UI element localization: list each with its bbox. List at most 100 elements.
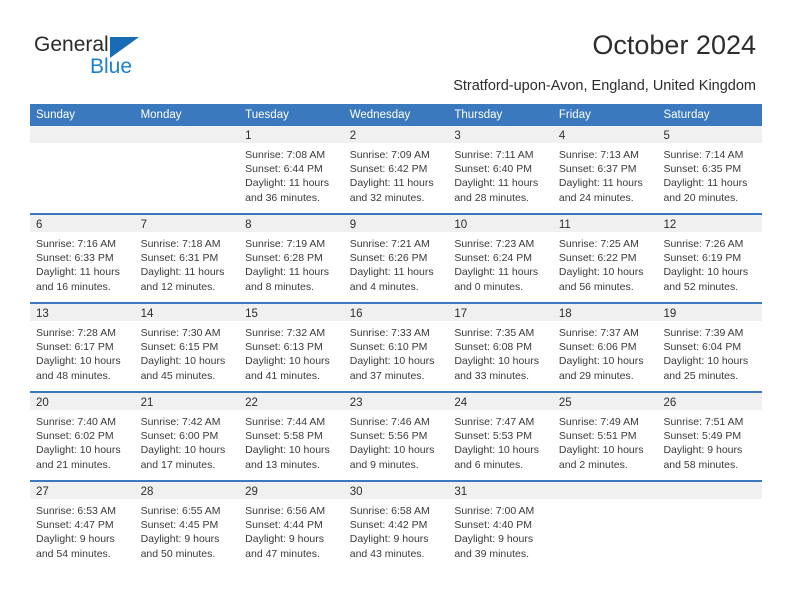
sunset-text: Sunset: 6:42 PM [349, 163, 428, 176]
day-cell[interactable]: 9 Sunrise: 7:21 AM Sunset: 6:26 PM Daylight… [343, 215, 449, 302]
sunrise-text: Sunrise: 7:46 AM [349, 416, 430, 428]
daylight-text-line2: and 33 minutes. [454, 369, 530, 382]
day-number-band: 18 [552, 304, 658, 322]
day-number: 14 [140, 308, 154, 320]
day-info: Sunrise: 7:25 AM Sunset: 6:22 PM Daylight:… [553, 233, 658, 294]
daylight-text-line2: and 41 minutes. [245, 369, 320, 382]
day-cell[interactable]: 17 Sunrise: 7:35 AM Sunset: 6:08 PM Dayligh… [448, 304, 553, 391]
day-cell[interactable]: 19 Sunrise: 7:39 AM Sunset: 6:04 PM Dayligh… [657, 304, 763, 391]
sunset-text: Sunset: 4:40 PM [454, 519, 532, 532]
daylight-text-line1: Daylight: 10 hours [140, 355, 226, 368]
day-cell[interactable]: 14 Sunrise: 7:30 AM Sunset: 6:15 PM Dayligh… [134, 304, 240, 391]
day-cell[interactable]: 13 Sunrise: 7:28 AM Sunset: 6:17 PM Dayligh… [30, 304, 135, 391]
calendar-grid: Sunday Monday Tuesday Wednesday Thursday… [30, 104, 763, 571]
daylight-text-line2: and 2 minutes. [558, 458, 628, 471]
day-number-band: 12 [657, 215, 763, 233]
sunrise-text: Sunrise: 7:18 AM [140, 238, 221, 250]
calendar-page: General Blue October 2024 Stratford-upon… [0, 0, 792, 612]
weekday-header-saturday: Saturday [663, 109, 710, 121]
daylight-text-line1: Daylight: 11 hours [36, 266, 120, 279]
day-number-band: 5 [657, 126, 763, 144]
sunrise-text: Sunrise: 7:11 AM [454, 149, 534, 161]
sunset-text: Sunset: 6:06 PM [558, 341, 637, 354]
daylight-text-line2: and 4 minutes. [349, 280, 419, 293]
daylight-text-line1: Daylight: 11 hours [663, 177, 748, 190]
daylight-text-line2: and 21 minutes. [36, 458, 111, 471]
sunrise-text: Sunrise: 7:13 AM [558, 149, 639, 161]
day-number: 28 [140, 486, 154, 498]
day-number-band: 16 [343, 304, 449, 322]
sunrise-text: Sunrise: 7:32 AM [245, 327, 326, 339]
day-cell[interactable]: 25 Sunrise: 7:49 AM Sunset: 5:51 PM Dayligh… [552, 393, 658, 480]
day-cell[interactable]: 16 Sunrise: 7:33 AM Sunset: 6:10 PM Dayligh… [343, 304, 449, 391]
day-cell[interactable]: 30 Sunrise: 6:58 AM Sunset: 4:42 PM Dayligh… [343, 482, 449, 571]
day-cell[interactable]: 12 Sunrise: 7:26 AM Sunset: 6:19 PM Dayligh… [657, 215, 763, 302]
sunset-text: Sunset: 6:40 PM [454, 163, 532, 176]
day-cell[interactable]: 28 Sunrise: 6:55 AM Sunset: 4:45 PM Dayligh… [134, 482, 240, 571]
day-number-band: 25 [552, 393, 658, 411]
sunset-text: Sunset: 6:08 PM [454, 341, 532, 354]
day-info: Sunrise: 6:56 AM Sunset: 4:44 PM Daylight:… [239, 500, 344, 561]
daylight-text-line1: Daylight: 9 hours [454, 533, 534, 546]
brand-logo[interactable]: General Blue [34, 33, 234, 85]
day-info: Sunrise: 7:30 AM Sunset: 6:15 PM Daylight:… [135, 322, 240, 383]
daylight-text-line1: Daylight: 10 hours [245, 355, 330, 368]
day-cell[interactable]: 2 Sunrise: 7:09 AM Sunset: 6:42 PM Daylight… [343, 126, 449, 213]
day-number: 10 [454, 219, 468, 231]
day-number-band: 14 [134, 304, 240, 322]
day-cell[interactable]: 21 Sunrise: 7:42 AM Sunset: 6:00 PM Dayligh… [134, 393, 240, 480]
day-number-band: 19 [657, 304, 763, 322]
day-cell[interactable]: 4 Sunrise: 7:13 AM Sunset: 6:37 PM Daylight… [552, 126, 658, 213]
day-cell[interactable]: 22 Sunrise: 7:44 AM Sunset: 5:58 PM Dayligh… [239, 393, 344, 480]
daylight-text-line1: Daylight: 10 hours [36, 355, 121, 368]
daylight-text-line2: and 50 minutes. [140, 547, 216, 560]
day-cell[interactable]: 7 Sunrise: 7:18 AM Sunset: 6:31 PM Daylight… [134, 215, 240, 302]
day-number: 1 [245, 130, 252, 142]
daylight-text-line1: Daylight: 9 hours [245, 533, 324, 546]
calendar-week-row: 13 Sunrise: 7:28 AM Sunset: 6:17 PM Dayligh… [30, 304, 763, 393]
day-cell[interactable]: 23 Sunrise: 7:46 AM Sunset: 5:56 PM Dayligh… [343, 393, 449, 480]
sunset-text: Sunset: 6:19 PM [663, 252, 742, 265]
day-info: Sunrise: 7:42 AM Sunset: 6:00 PM Daylight:… [135, 411, 240, 472]
day-number: 24 [454, 397, 468, 409]
day-number: 30 [349, 486, 363, 498]
daylight-text-line1: Daylight: 11 hours [454, 266, 539, 279]
daylight-text-line2: and 6 minutes. [454, 458, 524, 471]
day-number-band: 2 [343, 126, 449, 144]
sunrise-text: Sunrise: 7:40 AM [36, 416, 116, 428]
day-cell[interactable]: 31 Sunrise: 7:00 AM Sunset: 4:40 PM Dayligh… [448, 482, 553, 571]
sunset-text: Sunset: 6:17 PM [36, 341, 114, 354]
sunset-text: Sunset: 5:56 PM [349, 430, 428, 443]
day-cell[interactable]: 11 Sunrise: 7:25 AM Sunset: 6:22 PM Dayligh… [552, 215, 658, 302]
day-number: 7 [140, 219, 147, 231]
day-cell[interactable]: 29 Sunrise: 6:56 AM Sunset: 4:44 PM Dayligh… [239, 482, 344, 571]
day-number-band: 15 [239, 304, 344, 322]
brand-name-general: General [34, 33, 109, 56]
sunrise-text: Sunrise: 7:33 AM [349, 327, 430, 339]
day-cell[interactable]: 15 Sunrise: 7:32 AM Sunset: 6:13 PM Dayligh… [239, 304, 344, 391]
day-cell[interactable]: 6 Sunrise: 7:16 AM Sunset: 6:33 PM Daylight… [30, 215, 135, 302]
day-cell[interactable]: 20 Sunrise: 7:40 AM Sunset: 6:02 PM Dayligh… [30, 393, 135, 480]
day-cell[interactable]: 8 Sunrise: 7:19 AM Sunset: 6:28 PM Daylight… [239, 215, 344, 302]
daylight-text-line2: and 32 minutes. [349, 191, 425, 204]
day-cell[interactable]: 27 Sunrise: 6:53 AM Sunset: 4:47 PM Dayligh… [30, 482, 135, 571]
day-cell[interactable]: 26 Sunrise: 7:51 AM Sunset: 5:49 PM Dayligh… [657, 393, 763, 480]
day-number: 18 [558, 308, 572, 320]
sunrise-text: Sunrise: 7:35 AM [454, 327, 535, 339]
sunset-text: Sunset: 5:51 PM [558, 430, 637, 443]
day-cell[interactable]: 18 Sunrise: 7:37 AM Sunset: 6:06 PM Dayligh… [552, 304, 658, 391]
day-number-band: 30 [343, 482, 449, 500]
day-cell[interactable]: 24 Sunrise: 7:47 AM Sunset: 5:53 PM Dayligh… [448, 393, 553, 480]
day-number: 13 [36, 308, 49, 320]
day-cell[interactable]: 10 Sunrise: 7:23 AM Sunset: 6:24 PM Dayligh… [448, 215, 553, 302]
day-cell[interactable]: 3 Sunrise: 7:11 AM Sunset: 6:40 PM Daylight… [448, 126, 553, 213]
day-number: 27 [36, 486, 49, 498]
day-info: Sunrise: 7:08 AM Sunset: 6:44 PM Daylight:… [239, 144, 344, 205]
day-number: 20 [36, 397, 49, 409]
sunrise-text: Sunrise: 7:39 AM [663, 327, 744, 339]
daylight-text-line1: Daylight: 10 hours [663, 355, 749, 368]
day-cell[interactable]: 1 Sunrise: 7:08 AM Sunset: 6:44 PM Daylight… [239, 126, 344, 213]
day-number-band [657, 482, 763, 500]
sunrise-text: Sunrise: 7:08 AM [245, 149, 326, 161]
day-cell[interactable]: 5 Sunrise: 7:14 AM Sunset: 6:35 PM Daylight… [657, 126, 763, 213]
